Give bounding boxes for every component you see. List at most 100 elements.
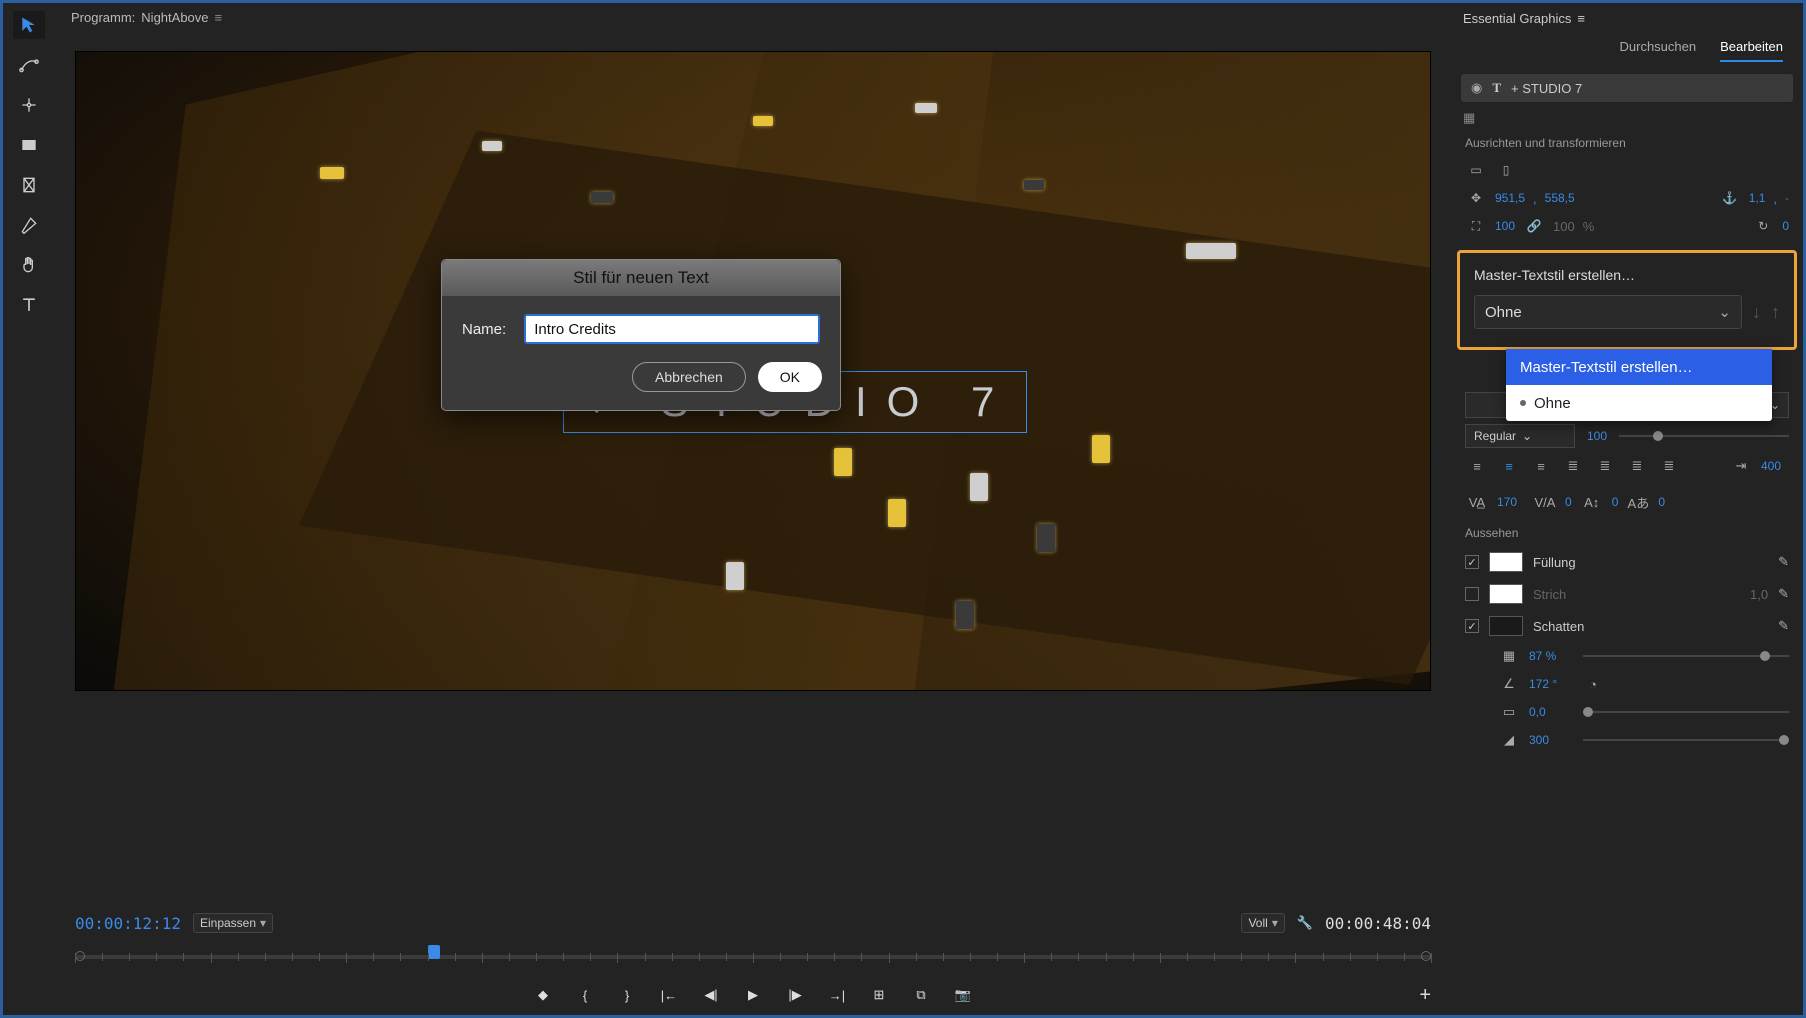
push-to-style-icon[interactable]: ↓ xyxy=(1752,302,1761,323)
responsive-design-icon[interactable]: ▦ xyxy=(1463,110,1475,125)
master-style-current: Ohne xyxy=(1485,304,1522,321)
quality-select[interactable]: Voll xyxy=(1241,913,1284,933)
stroke-swatch[interactable] xyxy=(1489,584,1523,604)
text-layer-icon: T xyxy=(1492,80,1501,96)
chevron-down-icon: ⌄ xyxy=(1718,303,1731,321)
baseline-value[interactable]: 0 xyxy=(1612,495,1619,509)
shadow-distance-slider[interactable] xyxy=(1583,711,1789,713)
align-justify-icon[interactable]: ≣ xyxy=(1561,456,1585,476)
program-clip-name: NightAbove xyxy=(141,10,208,25)
align-justify-last-left-icon[interactable]: ≣ xyxy=(1593,456,1617,476)
mark-in-bracket-icon[interactable]: { xyxy=(575,985,595,1005)
shadow-blur-value[interactable]: 300 xyxy=(1529,733,1573,747)
position-x[interactable]: 951,5 xyxy=(1495,191,1525,205)
shadow-opacity-slider[interactable] xyxy=(1583,655,1789,657)
panel-menu-icon[interactable]: ≡ xyxy=(215,10,223,25)
transport-controls: ◆ { } |← ◀| ▶ |▶ →| ⊞ ⧉ 📷 + xyxy=(75,975,1431,1015)
align-center-icon[interactable]: ≡ xyxy=(1497,456,1521,476)
anchor-x[interactable]: 1,1 xyxy=(1749,191,1766,205)
vertex-tool[interactable] xyxy=(13,51,45,79)
program-label-prefix: Programm: xyxy=(71,10,135,25)
tracking-icon: VA̲ xyxy=(1465,492,1489,512)
step-forward-icon[interactable]: |▶ xyxy=(785,985,805,1005)
link-icon[interactable]: 🔗 xyxy=(1523,216,1545,236)
shadow-eyedropper-icon[interactable]: ✎ xyxy=(1778,618,1789,634)
pen-tool[interactable] xyxy=(13,211,45,239)
shadow-opacity-value[interactable]: 87 % xyxy=(1529,649,1573,663)
shadow-swatch[interactable] xyxy=(1489,616,1523,636)
stroke-label: Strich xyxy=(1533,587,1740,602)
shadow-blur-slider[interactable] xyxy=(1583,739,1789,741)
position-y[interactable]: 558,5 xyxy=(1545,191,1575,205)
shadow-distance-icon: ▭ xyxy=(1499,704,1519,720)
tsume-icon: Aあ xyxy=(1626,492,1650,512)
section-align-label: Ausrichten und transformieren xyxy=(1451,130,1803,156)
tab-browse[interactable]: Durchsuchen xyxy=(1620,39,1697,62)
playhead[interactable] xyxy=(428,945,440,959)
program-timeline[interactable] xyxy=(75,945,1431,973)
essential-graphics-panel: Essential Graphics ≡ Durchsuchen Bearbei… xyxy=(1451,3,1803,1015)
ellipse-tool[interactable] xyxy=(13,171,45,199)
anchor-y[interactable]: - xyxy=(1785,191,1789,205)
dropdown-opt-none[interactable]: Ohne xyxy=(1506,385,1772,421)
indent-icon[interactable]: ⇥ xyxy=(1729,456,1753,476)
align-vertical-icon[interactable]: ▯ xyxy=(1495,160,1517,180)
add-button-icon[interactable]: + xyxy=(1419,984,1431,1007)
go-to-out-icon[interactable]: →| xyxy=(827,985,847,1005)
shadow-checkbox[interactable]: ✓ xyxy=(1465,619,1479,633)
align-justify-last-center-icon[interactable]: ≣ xyxy=(1625,456,1649,476)
fill-checkbox[interactable]: ✓ xyxy=(1465,555,1479,569)
master-text-style-section: Master-Textstil erstellen… Ohne ⌄ ↓ ↑ Ma… xyxy=(1457,250,1797,350)
cancel-button[interactable]: Abbrechen xyxy=(632,362,746,392)
dropdown-opt-create[interactable]: Master-Textstil erstellen… xyxy=(1506,349,1772,385)
shadow-blur-icon: ◢ xyxy=(1499,732,1519,748)
ok-button[interactable]: OK xyxy=(758,362,822,392)
master-style-select[interactable]: Ohne ⌄ xyxy=(1474,295,1742,329)
play-icon[interactable]: ▶ xyxy=(743,985,763,1005)
shadow-angle-icon: ∠ xyxy=(1499,676,1519,692)
step-back-icon[interactable]: ◀| xyxy=(701,985,721,1005)
tracking-value[interactable]: 170 xyxy=(1497,495,1525,509)
style-name-input[interactable] xyxy=(524,314,820,344)
fill-swatch[interactable] xyxy=(1489,552,1523,572)
mark-in-icon[interactable]: ◆ xyxy=(533,985,553,1005)
font-size-value[interactable]: 100 xyxy=(1587,429,1607,443)
align-horizontal-icon[interactable]: ▭ xyxy=(1465,160,1487,180)
type-tool[interactable] xyxy=(13,291,45,319)
anchor-tool[interactable] xyxy=(13,91,45,119)
shadow-opacity-icon: ▦ xyxy=(1499,648,1519,664)
visibility-icon[interactable]: ◉ xyxy=(1471,80,1482,96)
selection-tool[interactable] xyxy=(13,11,45,39)
rotation-value[interactable]: 0 xyxy=(1782,219,1789,233)
indent-value[interactable]: 400 xyxy=(1761,459,1789,473)
go-to-in-icon[interactable]: |← xyxy=(659,985,679,1005)
layer-item[interactable]: ◉ T + STUDIO 7 xyxy=(1461,74,1793,102)
stroke-eyedropper-icon[interactable]: ✎ xyxy=(1778,586,1789,602)
rectangle-tool[interactable] xyxy=(13,131,45,159)
timecode-current[interactable]: 00:00:12:12 xyxy=(75,914,181,933)
mark-out-bracket-icon[interactable]: } xyxy=(617,985,637,1005)
align-left-icon[interactable]: ≡ xyxy=(1465,456,1489,476)
pull-from-style-icon[interactable]: ↑ xyxy=(1771,302,1780,323)
export-frame-icon[interactable]: 📷 xyxy=(953,985,973,1005)
zoom-fit-select[interactable]: Einpassen xyxy=(193,913,273,933)
stroke-width[interactable]: 1,0 xyxy=(1750,587,1768,602)
align-right-icon[interactable]: ≡ xyxy=(1529,456,1553,476)
shadow-angle-value[interactable]: 172 ° xyxy=(1529,677,1573,691)
settings-icon[interactable]: 🔧 xyxy=(1297,915,1313,931)
overwrite-icon[interactable]: ⧉ xyxy=(911,985,931,1005)
scale-value[interactable]: 100 xyxy=(1495,219,1515,233)
kerning-value[interactable]: 0 xyxy=(1565,495,1572,509)
font-size-slider[interactable] xyxy=(1619,435,1789,437)
fill-eyedropper-icon[interactable]: ✎ xyxy=(1778,554,1789,570)
angle-dial-icon[interactable]: ◔ xyxy=(1583,677,1603,692)
stroke-checkbox[interactable] xyxy=(1465,587,1479,601)
insert-icon[interactable]: ⊞ xyxy=(869,985,889,1005)
shadow-distance-value[interactable]: 0,0 xyxy=(1529,705,1573,719)
align-justify-all-icon[interactable]: ≣ xyxy=(1657,456,1681,476)
hand-tool[interactable] xyxy=(13,251,45,279)
panel-menu-icon[interactable]: ≡ xyxy=(1577,11,1585,26)
font-weight-select[interactable]: Regular⌄ xyxy=(1465,424,1575,448)
tab-edit[interactable]: Bearbeiten xyxy=(1720,39,1783,62)
tsume-value[interactable]: 0 xyxy=(1658,495,1665,509)
